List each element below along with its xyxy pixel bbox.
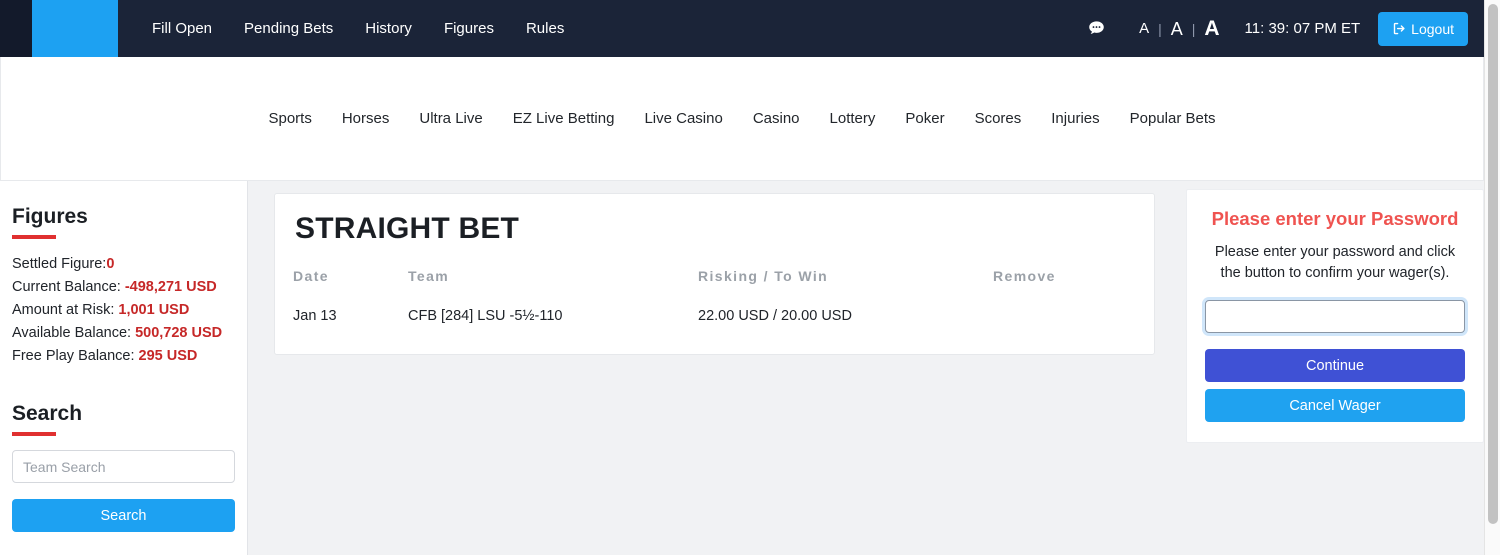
figures-heading-underline <box>12 235 56 239</box>
secondary-navigation-bar: Sports Horses Ultra Live EZ Live Betting… <box>0 57 1484 181</box>
figure-row-settled: Settled Figure:0 <box>12 253 235 276</box>
column-header-date: Date <box>293 268 329 284</box>
sign-out-icon <box>1393 22 1405 35</box>
column-header-remove: Remove <box>993 268 1056 284</box>
cell-risking-to-win: 22.00 USD / 20.00 USD <box>698 308 852 324</box>
left-sidebar: Figures Settled Figure:0 Current Balance… <box>0 181 248 555</box>
subnav-item-horses[interactable]: Horses <box>327 110 405 127</box>
bet-table: Date Team Risking / To Win Remove Jan 13… <box>293 268 1136 324</box>
figure-label-current-balance: Current Balance: <box>12 279 125 295</box>
font-size-medium-button[interactable]: A <box>1164 20 1190 38</box>
subnav-item-injuries[interactable]: Injuries <box>1036 110 1114 127</box>
figure-value-amount-at-risk: 1,001 USD <box>118 302 190 318</box>
nav-item-rules[interactable]: Rules <box>510 0 580 57</box>
bet-table-header-row: Date Team Risking / To Win Remove <box>293 268 1136 308</box>
figure-row-amount-at-risk: Amount at Risk: 1,001 USD <box>12 299 235 322</box>
figure-value-settled: 0 <box>106 256 115 272</box>
subnav-item-live-casino[interactable]: Live Casino <box>629 110 737 127</box>
font-size-separator-2: | <box>1191 20 1196 37</box>
subnav-item-casino[interactable]: Casino <box>738 110 815 127</box>
subnav-item-ultra-live[interactable]: Ultra Live <box>404 110 497 127</box>
password-input[interactable] <box>1205 300 1465 333</box>
chat-bubble-icon[interactable] <box>1087 19 1106 38</box>
column-header-team: Team <box>408 268 450 284</box>
primary-nav: Fill Open Pending Bets History Figures R… <box>136 0 580 57</box>
straight-bet-title: STRAIGHT BET <box>295 212 520 245</box>
figure-label-settled: Settled Figure: <box>12 256 107 272</box>
topbar-left-strip <box>0 0 32 57</box>
nav-item-pending-bets[interactable]: Pending Bets <box>228 0 349 57</box>
figures-heading: Figures <box>12 205 88 228</box>
search-section: Search Search <box>12 402 235 532</box>
topbar-right-group: A | A | A 11: 39: 07 PM ET Logout <box>1087 0 1484 57</box>
page-scrollbar[interactable] <box>1484 0 1500 555</box>
font-size-separator-1: | <box>1158 20 1162 37</box>
clock-display: 11: 39: 07 PM ET <box>1244 20 1361 37</box>
cell-team: CFB [284] LSU -5½-110 <box>408 308 563 324</box>
figure-value-free-play-balance: 295 USD <box>138 348 198 364</box>
cancel-wager-button[interactable]: Cancel Wager <box>1205 389 1465 422</box>
table-row: Jan 13 CFB [284] LSU -5½-110 22.00 USD /… <box>293 308 1136 324</box>
font-size-controls: A | A | A <box>1132 18 1226 39</box>
subnav-item-popular-bets[interactable]: Popular Bets <box>1115 110 1231 127</box>
figure-value-current-balance: -498,271 USD <box>124 279 217 295</box>
figure-value-available-balance: 500,728 USD <box>135 325 223 341</box>
straight-bet-card: STRAIGHT BET Date Team Risking / To Win … <box>274 193 1155 355</box>
nav-item-history[interactable]: History <box>349 0 428 57</box>
subnav-item-lottery[interactable]: Lottery <box>815 110 891 127</box>
figure-row-current-balance: Current Balance: -498,271 USD <box>12 276 235 299</box>
search-heading: Search <box>12 402 83 425</box>
figure-label-amount-at-risk: Amount at Risk: <box>12 302 119 318</box>
continue-button[interactable]: Continue <box>1205 349 1465 382</box>
logout-button[interactable]: Logout <box>1378 11 1468 46</box>
bet-table-head: Date Team Risking / To Win Remove <box>293 268 1136 308</box>
top-navigation-bar: Fill Open Pending Bets History Figures R… <box>0 0 1484 57</box>
password-confirmation-panel: Please enter your Password Please enter … <box>1186 189 1484 443</box>
logout-button-label: Logout <box>1411 20 1454 37</box>
font-size-large-button[interactable]: A <box>1197 18 1226 39</box>
font-size-small-button[interactable]: A <box>1132 21 1156 36</box>
main-content-area: STRAIGHT BET Date Team Risking / To Win … <box>248 181 1484 555</box>
cell-remove[interactable] <box>993 308 1136 324</box>
search-button[interactable]: Search <box>12 499 235 532</box>
figure-row-available-balance: Available Balance: 500,728 USD <box>12 322 235 345</box>
column-header-risking-to-win: Risking / To Win <box>698 268 829 284</box>
nav-item-figures[interactable]: Figures <box>428 0 510 57</box>
bet-table-body: Jan 13 CFB [284] LSU -5½-110 22.00 USD /… <box>293 308 1136 324</box>
password-panel-title: Please enter your Password <box>1211 208 1459 229</box>
page-scrollbar-thumb[interactable] <box>1488 4 1498 524</box>
subnav-item-scores[interactable]: Scores <box>960 110 1037 127</box>
secondary-nav-items: Sports Horses Ultra Live EZ Live Betting… <box>253 110 1230 127</box>
figure-label-free-play-balance: Free Play Balance: <box>12 348 139 364</box>
password-panel-description: Please enter your password and click the… <box>1214 244 1456 281</box>
figure-label-available-balance: Available Balance: <box>12 325 136 341</box>
figure-row-free-play-balance: Free Play Balance: 295 USD <box>12 345 235 368</box>
subnav-item-sports[interactable]: Sports <box>253 110 326 127</box>
search-heading-underline <box>12 432 56 436</box>
brand-logo[interactable] <box>32 0 118 57</box>
team-search-input[interactable] <box>12 450 235 483</box>
subnav-item-ez-live-betting[interactable]: EZ Live Betting <box>498 110 630 127</box>
cell-date: Jan 13 <box>293 308 337 324</box>
subnav-item-poker[interactable]: Poker <box>890 110 959 127</box>
nav-item-fill-open[interactable]: Fill Open <box>136 0 228 57</box>
